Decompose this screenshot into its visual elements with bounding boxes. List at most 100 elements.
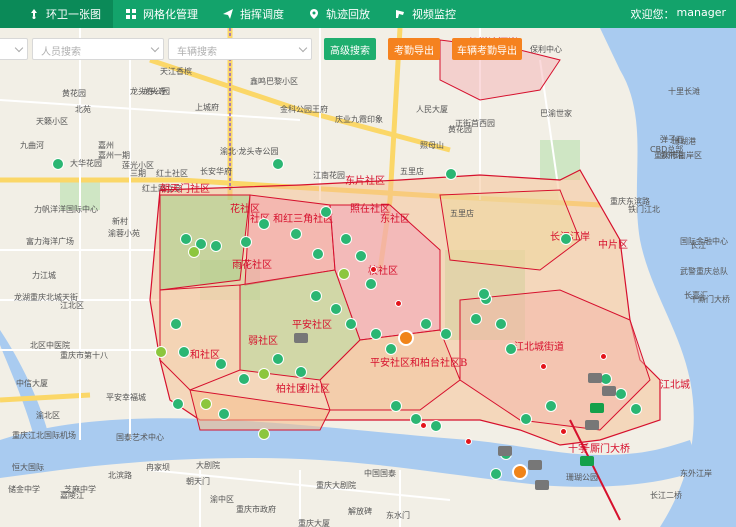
worker-marker[interactable]	[178, 346, 190, 358]
map-label: 十里长滩	[668, 87, 700, 96]
worker-marker[interactable]	[365, 278, 377, 290]
alert-flag[interactable]	[600, 353, 607, 360]
map-label: 武警重庆总队	[680, 267, 728, 276]
map-label: 千厮门大桥	[690, 295, 730, 304]
district-label: 利社区	[300, 384, 330, 395]
nav-item-grid-management[interactable]: 网格化管理	[113, 0, 210, 28]
alert-flag[interactable]	[420, 422, 427, 429]
worker-marker[interactable]	[615, 388, 627, 400]
map-label: 庆业九霞印象	[335, 115, 383, 124]
map-label: 黄花园	[62, 89, 86, 98]
username[interactable]: manager	[677, 6, 726, 22]
alert-flag[interactable]	[560, 428, 567, 435]
worker-marker[interactable]	[290, 228, 302, 240]
worker-marker[interactable]	[355, 250, 367, 262]
worker-marker[interactable]	[420, 318, 432, 330]
alert-flag[interactable]	[395, 300, 402, 307]
map-label: 恒大国际	[12, 463, 44, 472]
vehicle-marker[interactable]	[528, 460, 542, 470]
nav-item-track-replay[interactable]: 轨迹回放	[296, 0, 382, 28]
worker-marker[interactable]	[385, 343, 397, 355]
worker-marker[interactable]	[218, 408, 230, 420]
attendance-export-button[interactable]: 考勤导出	[388, 38, 440, 60]
worker-marker[interactable]	[188, 246, 200, 258]
vehicle-search-input[interactable]: 车辆搜索	[168, 38, 312, 60]
worker-marker[interactable]	[172, 398, 184, 410]
worker-marker[interactable]	[490, 468, 502, 480]
vehicle-marker[interactable]	[498, 446, 512, 456]
worker-marker[interactable]	[295, 366, 307, 378]
district-label: 朝天门社区	[160, 184, 210, 195]
alert-flag[interactable]	[540, 363, 547, 370]
map-canvas[interactable]: 天江香槟 鑫鸣巴黎小区 龙头寺 上城府 北苑 黄花园 天籁小区 金科公园王府 庆业九霞印象 嘉州嘉…	[0, 28, 736, 527]
worker-marker[interactable]	[560, 233, 572, 245]
worker-marker[interactable]	[330, 303, 342, 315]
map-label: 国泰艺术中心	[116, 433, 164, 442]
worker-marker[interactable]	[238, 373, 250, 385]
worker-marker[interactable]	[630, 403, 642, 415]
worker-marker[interactable]	[272, 353, 284, 365]
worker-marker[interactable]	[215, 358, 227, 370]
worker-marker[interactable]	[340, 233, 352, 245]
worker-marker[interactable]	[445, 168, 457, 180]
worker-marker[interactable]	[180, 233, 192, 245]
map-label: 重庆大剧院	[316, 481, 356, 490]
worker-marker[interactable]	[470, 313, 482, 325]
alert-flag[interactable]	[465, 438, 472, 445]
worker-marker[interactable]	[258, 428, 270, 440]
worker-marker[interactable]	[440, 328, 452, 340]
person-marker[interactable]	[398, 330, 414, 346]
person-search-input[interactable]: 人员搜索	[32, 38, 164, 60]
worker-marker[interactable]	[210, 240, 222, 252]
worker-marker[interactable]	[320, 206, 332, 218]
worker-marker[interactable]	[312, 248, 324, 260]
worker-marker[interactable]	[495, 318, 507, 330]
worker-marker[interactable]	[370, 328, 382, 340]
worker-marker[interactable]	[258, 218, 270, 230]
map-label: 中信大厦	[16, 379, 48, 388]
person-marker[interactable]	[512, 464, 528, 480]
worker-marker[interactable]	[430, 420, 442, 432]
worker-marker[interactable]	[338, 268, 350, 280]
vehicle-marker[interactable]	[602, 386, 616, 396]
video-icon	[396, 10, 404, 18]
map-label: 天江香槟	[160, 67, 192, 76]
worker-marker[interactable]	[310, 290, 322, 302]
worker-marker[interactable]	[170, 318, 182, 330]
map-label: 九曲河	[20, 141, 44, 150]
vehicle-marker[interactable]	[585, 420, 599, 430]
map-label: 储金中学	[8, 485, 40, 494]
map-label: 金科公园王府	[280, 105, 328, 114]
vehicle-marker[interactable]	[294, 333, 308, 343]
worker-marker[interactable]	[520, 413, 532, 425]
worker-marker[interactable]	[272, 158, 284, 170]
worker-marker[interactable]	[545, 400, 557, 412]
worker-marker[interactable]	[258, 368, 270, 380]
worker-marker[interactable]	[240, 236, 252, 248]
district-select[interactable]	[0, 38, 28, 60]
map-label: 渝中区	[210, 495, 234, 504]
vehicle-marker[interactable]	[590, 403, 604, 413]
nav-item-dispatch[interactable]: 指挥调度	[210, 0, 296, 28]
worker-marker[interactable]	[52, 158, 64, 170]
district-label: 平安社区	[292, 320, 332, 331]
vehicle-marker[interactable]	[588, 373, 602, 383]
vehicle-attendance-export-button[interactable]: 车辆考勤导出	[452, 38, 522, 60]
map-label: 巴渝世家	[540, 109, 572, 118]
nav-item-video-monitor[interactable]: 视频监控	[382, 0, 468, 28]
worker-marker[interactable]	[200, 398, 212, 410]
alert-flag[interactable]	[370, 266, 377, 273]
vehicle-marker[interactable]	[580, 456, 594, 466]
district-label: 和社区	[190, 350, 220, 361]
map-label: 重庆大厦	[298, 519, 330, 527]
vehicle-marker[interactable]	[535, 480, 549, 490]
worker-marker[interactable]	[390, 400, 402, 412]
worker-marker[interactable]	[345, 318, 357, 330]
nav-item-label: 环卫一张图	[46, 8, 101, 21]
nav-item-sanitation-map[interactable]: 环卫一张图	[0, 0, 113, 28]
worker-marker[interactable]	[478, 288, 490, 300]
worker-marker[interactable]	[155, 346, 167, 358]
district-label: 江北城	[660, 380, 690, 391]
advanced-search-button[interactable]: 高级搜索	[324, 38, 376, 60]
worker-marker[interactable]	[505, 343, 517, 355]
